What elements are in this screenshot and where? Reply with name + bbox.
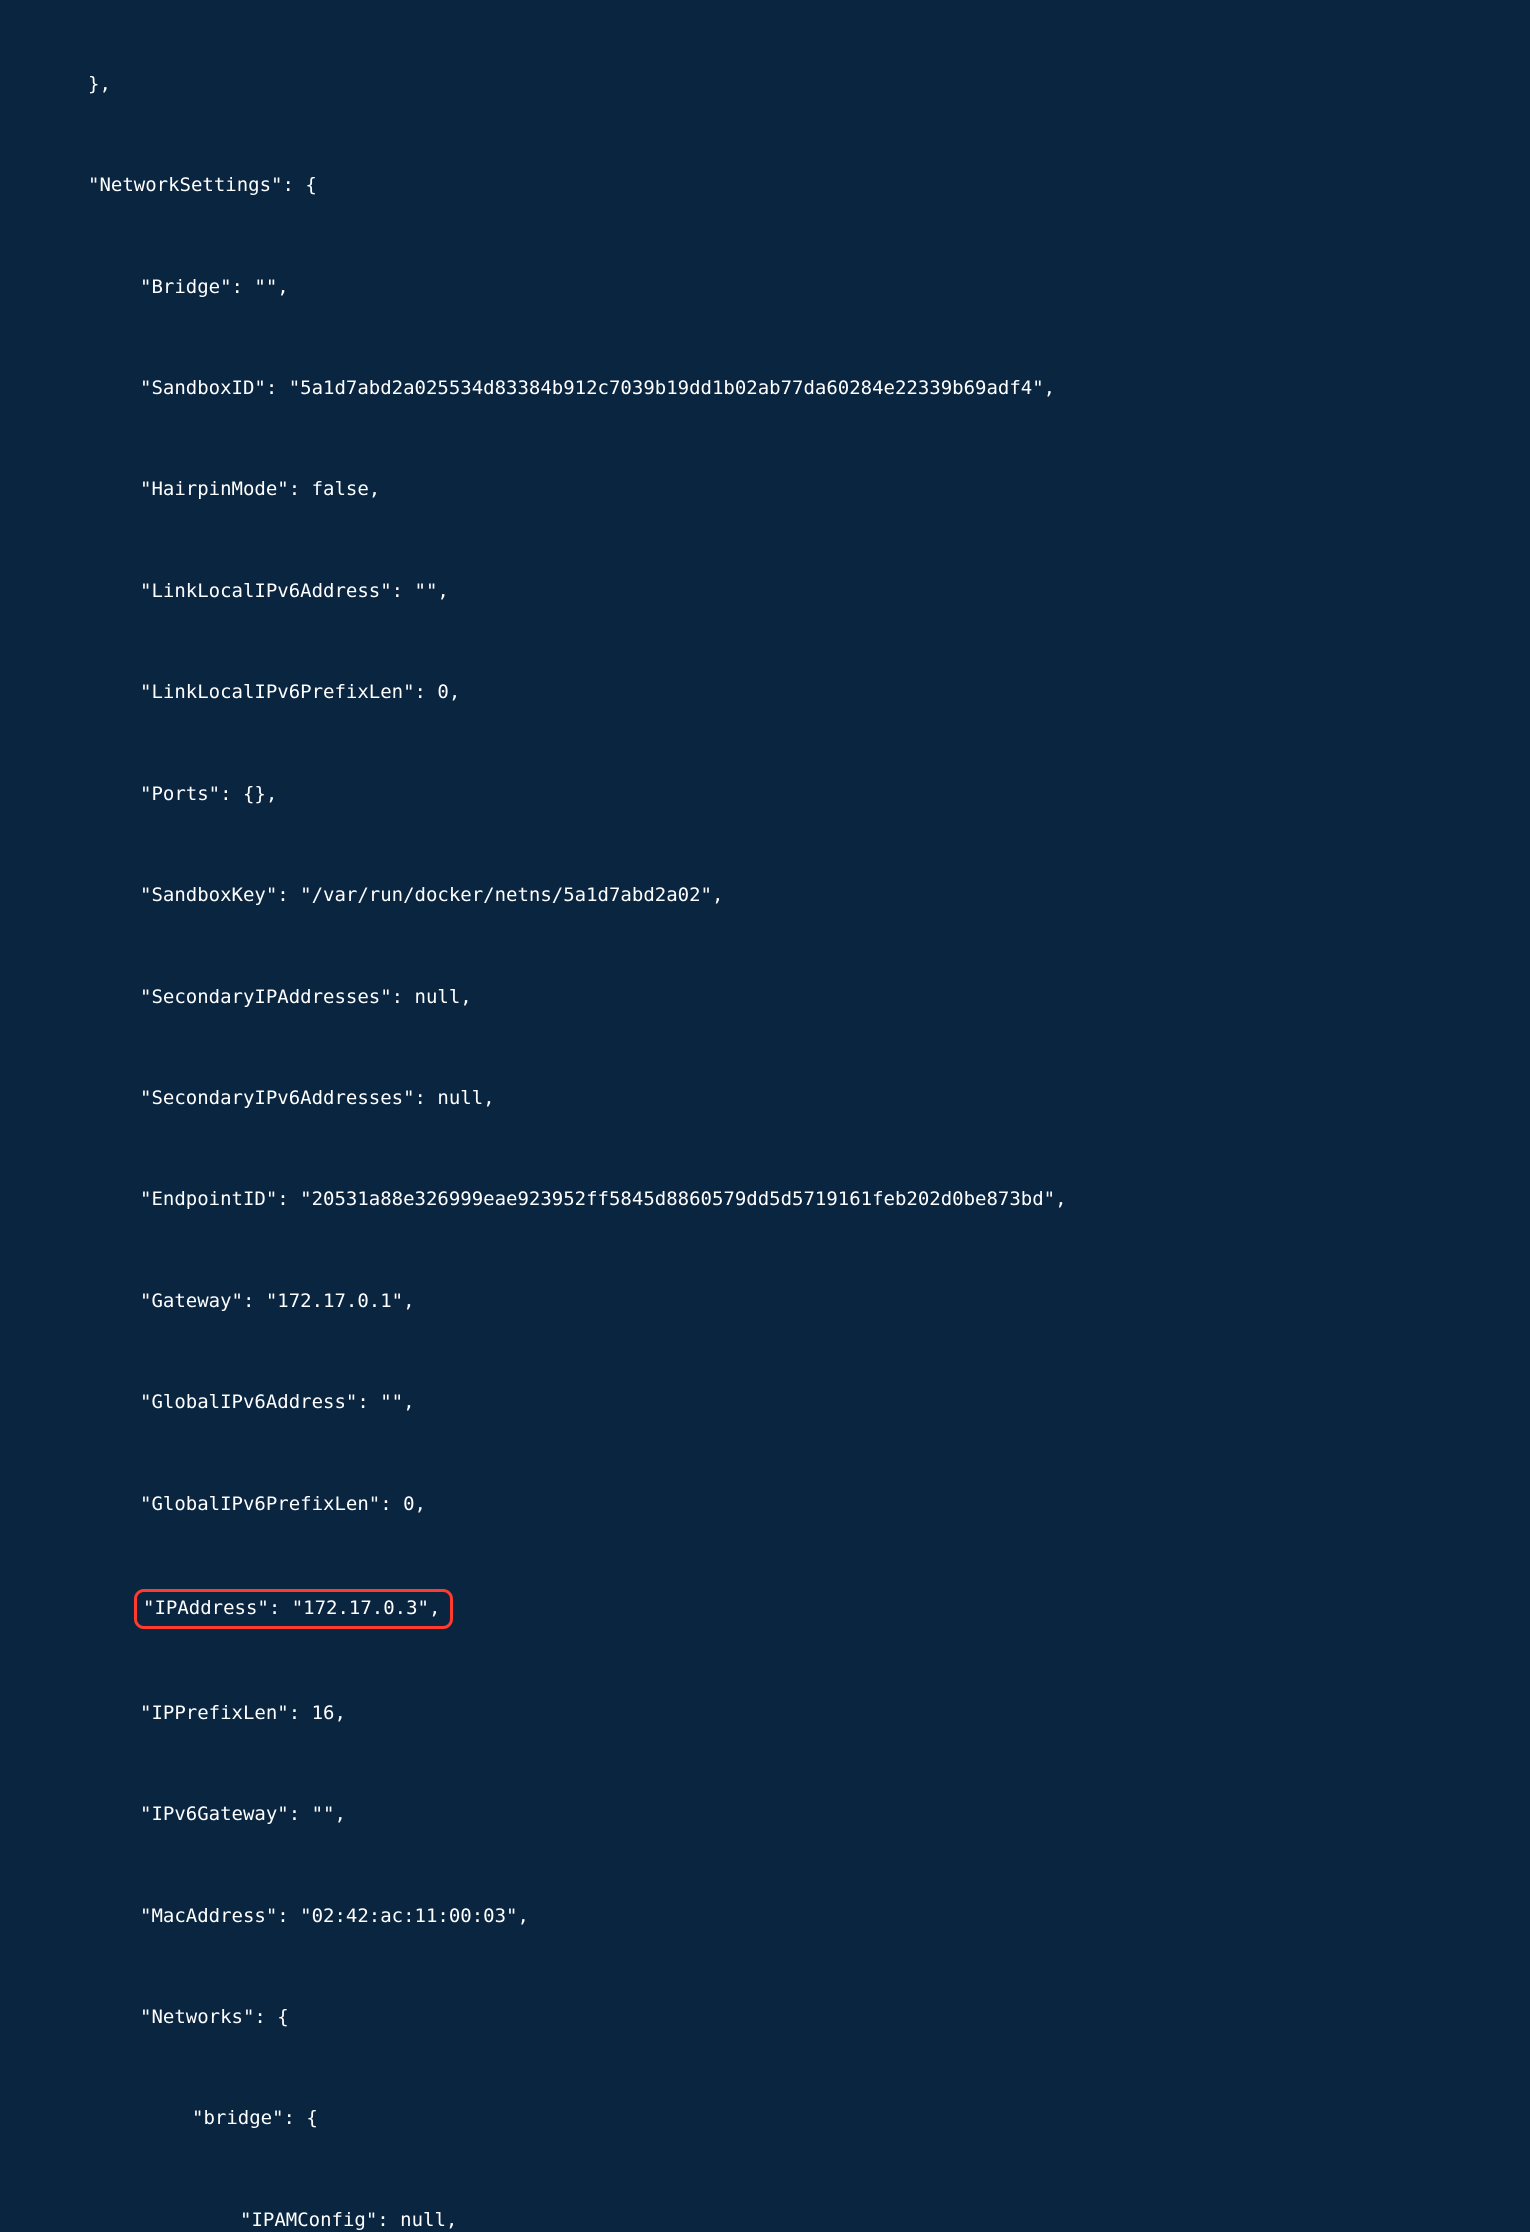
json-line-gateway: "Gateway": "172.17.0.1", <box>140 1285 415 1319</box>
json-line-sandboxkey: "SandboxKey": "/var/run/docker/netns/5a1… <box>140 879 723 913</box>
json-line-bridge-obj: "bridge": { <box>192 2102 318 2136</box>
json-line-ipaddress: "IPAddress": "172.17.0.3", <box>143 1592 440 1626</box>
highlight-ipaddress-box: "IPAddress": "172.17.0.3", <box>134 1589 453 1629</box>
json-line-globalipv6prefixlen: "GlobalIPv6PrefixLen": 0, <box>140 1488 426 1522</box>
json-line-bridge: "Bridge": "", <box>140 271 289 305</box>
json-line-macaddress: "MacAddress": "02:42:ac:11:00:03", <box>140 1900 529 1934</box>
terminal-output: }, "NetworkSettings": { "Bridge": "", "S… <box>0 0 1530 2232</box>
json-line-sandboxid: "SandboxID": "5a1d7abd2a025534d83384b912… <box>140 372 1055 406</box>
json-line-linklocalipv6prefixlen: "LinkLocalIPv6PrefixLen": 0, <box>140 676 460 710</box>
json-line-ports: "Ports": {}, <box>140 778 277 812</box>
json-line-ipamconfig: "IPAMConfig": null, <box>240 2204 457 2232</box>
json-line-endpointid: "EndpointID": "20531a88e326999eae923952f… <box>140 1183 1067 1217</box>
json-line-linklocalipv6address: "LinkLocalIPv6Address": "", <box>140 575 449 609</box>
json-line-ipprefixlen: "IPPrefixLen": 16, <box>140 1697 346 1731</box>
json-line-secondaryipaddresses: "SecondaryIPAddresses": null, <box>140 981 472 1015</box>
json-line-ipv6gateway: "IPv6Gateway": "", <box>140 1798 346 1832</box>
json-line-secondaryipv6addresses: "SecondaryIPv6Addresses": null, <box>140 1082 495 1116</box>
json-line-network-settings: "NetworkSettings": { <box>88 169 317 203</box>
json-line: }, <box>88 68 111 102</box>
json-line-hairpinmode: "HairpinMode": false, <box>140 473 380 507</box>
json-line-networks: "Networks": { <box>140 2001 289 2035</box>
json-line-globalipv6address: "GlobalIPv6Address": "", <box>140 1386 415 1420</box>
